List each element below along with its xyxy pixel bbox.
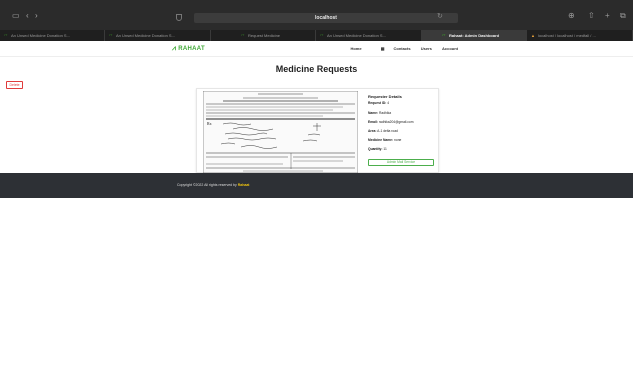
tab-4[interactable]: ᐟᐟ An Unsed Medicine Donation S... [316, 30, 422, 41]
forward-icon[interactable]: › [35, 12, 38, 20]
favicon-icon: ᐟᐟ [4, 32, 8, 38]
nav-users[interactable]: Users [421, 46, 432, 51]
requester-heading: Requester Details [368, 94, 402, 99]
reload-icon[interactable]: ↻ [437, 12, 443, 22]
request-id-row: Request ID: 4 [368, 101, 390, 105]
favicon-icon: ᐟᐟ [442, 32, 446, 38]
svg-text:Rx: Rx [207, 121, 212, 126]
tab-1[interactable]: ᐟᐟ An Unsed Medicine Donation S... [0, 30, 105, 41]
email-row: Email: radhika204@gmail.com [368, 120, 414, 124]
tab-3[interactable]: ᐟᐟ Request Medicine [211, 30, 316, 41]
tab-2[interactable]: ᐟᐟ An Unsed Medicine Donation S... [105, 30, 211, 41]
logo[interactable]: ⩘ RAHAAT [172, 43, 205, 55]
site-header: ⩘ RAHAAT Home ▦ Contacts Users Account [0, 41, 633, 57]
back-icon[interactable]: ‹ [26, 12, 29, 20]
tabs-overview-icon[interactable]: ⧉ [620, 11, 626, 21]
delete-button[interactable]: Delete [6, 81, 23, 89]
footer: Copyright ©2022 All rights reserved by R… [0, 173, 633, 198]
requester-details: Requester Details Request ID: 4 Name: Ra… [368, 94, 438, 156]
favicon-icon: ᐟᐟ [320, 32, 324, 38]
main-nav: Home ▦ Contacts Users Account [341, 45, 458, 53]
new-tab-icon[interactable]: + [605, 11, 610, 21]
tab-bar: ᐟᐟ An Unsed Medicine Donation S... ᐟᐟ An U… [0, 30, 633, 41]
favicon-icon: ▲ [531, 32, 535, 38]
nav-contacts[interactable]: ▦ Contacts [372, 46, 411, 51]
copyright-text: Copyright ©2022 All rights reserved by R… [177, 183, 250, 187]
sidebar-toggle-icon[interactable]: ▭ [12, 12, 20, 20]
address-bar[interactable]: localhost [194, 13, 458, 23]
quantity-row: Quantity: 11 [368, 147, 387, 151]
area-row: Area: A-1 delta road [368, 129, 398, 133]
footer-brand-link[interactable]: Rahaat [238, 183, 250, 187]
name-row: Name: Radhika [368, 111, 392, 115]
favicon-icon: ᐟᐟ [109, 32, 113, 38]
admin-mail-button[interactable]: Admin Mail Service [368, 159, 434, 166]
downloads-icon[interactable]: ⊕ [568, 11, 575, 21]
prescription-image: Rx [203, 91, 358, 173]
nav-account[interactable]: Account [442, 46, 458, 51]
share-icon[interactable]: ⇧ [588, 11, 595, 21]
browser-titlebar: ▭ ‹ › localhost ↻ ⊕ ⇧ + ⧉ [0, 0, 633, 30]
tab-6[interactable]: ▲ localhost / localhost / medfall / ... [527, 30, 633, 41]
medicine-row: Medicine Name: none [368, 138, 402, 142]
contacts-icon: ▦ [380, 46, 385, 51]
leaf-icon: ⩘ [172, 45, 177, 52]
request-card: Rx Requester Details Request ID: 4 Name:… [196, 88, 439, 173]
page-title: Medicine Requests [275, 64, 358, 74]
nav-home[interactable]: Home [350, 46, 361, 51]
tab-5[interactable]: ᐟᐟ Rahaat: Admin Dashboard [422, 30, 527, 41]
favicon-icon: ᐟᐟ [241, 32, 245, 38]
address-text: localhost [315, 15, 337, 21]
shield-icon[interactable] [176, 14, 182, 21]
